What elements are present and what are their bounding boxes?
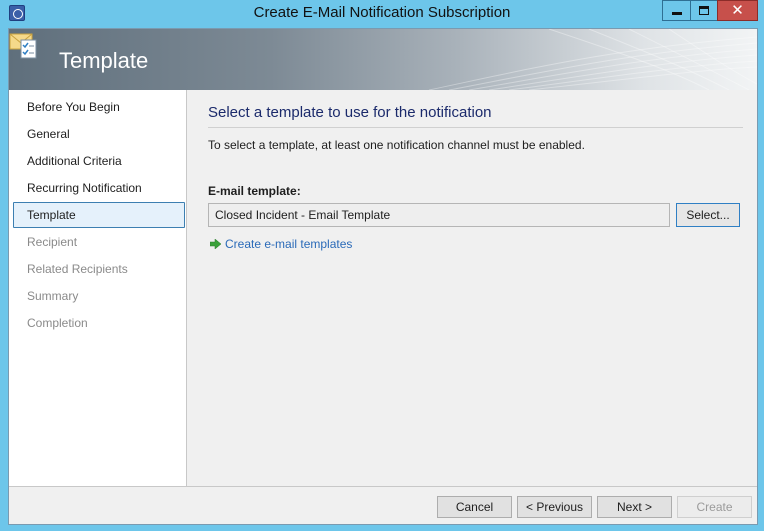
next-button[interactable]: Next > — [597, 496, 672, 518]
close-button[interactable]: ✕ — [717, 0, 758, 21]
select-template-button[interactable]: Select... — [676, 203, 740, 227]
nav-item-before-you-begin[interactable]: Before You Begin — [27, 98, 120, 116]
wizard-footer: Cancel < Previous Next > Create — [9, 487, 757, 524]
create-email-templates-link-text[interactable]: Create e-mail templates — [225, 237, 352, 251]
close-icon: ✕ — [731, 1, 744, 19]
heading-divider — [208, 127, 743, 128]
minimize-button[interactable] — [662, 0, 690, 21]
title-bar[interactable]: Create E-Mail Notification Subscription … — [0, 0, 764, 28]
nav-item-related-recipients: Related Recipients — [27, 262, 128, 276]
dialog-client-area: Template Before You Begin General Additi… — [8, 28, 758, 525]
envelope-checklist-icon — [9, 33, 37, 59]
create-email-templates-link[interactable]: Create e-mail templates — [210, 237, 352, 251]
wizard-nav: Before You Begin General Additional Crit… — [9, 90, 187, 486]
nav-item-recipient: Recipient — [27, 235, 78, 249]
info-text: To select a template, at least one notif… — [208, 138, 585, 152]
maximize-icon — [699, 6, 709, 15]
header-banner: Template — [9, 29, 757, 90]
maximize-button[interactable] — [690, 0, 717, 21]
green-arrow-icon — [210, 239, 221, 249]
create-button: Create — [677, 496, 752, 518]
nav-item-recurring-notification[interactable]: Recurring Notification — [27, 179, 142, 197]
window-title: Create E-Mail Notification Subscription — [253, 4, 511, 21]
email-template-field: Closed Incident - Email Template — [208, 203, 670, 227]
nav-item-template[interactable]: Template — [27, 206, 76, 224]
nav-item-summary: Summary — [27, 289, 79, 303]
nav-item-completion: Completion — [27, 316, 88, 330]
minimize-icon — [671, 12, 682, 15]
main-panel: Select a template to use for the notific… — [188, 90, 757, 486]
email-template-label: E-mail template: — [208, 184, 301, 198]
page-title: Template — [59, 48, 149, 73]
previous-button[interactable]: < Previous — [517, 496, 592, 518]
nav-item-general[interactable]: General — [27, 125, 70, 143]
cancel-button[interactable]: Cancel — [437, 496, 512, 518]
nav-item-additional-criteria[interactable]: Additional Criteria — [27, 152, 122, 170]
dialog-window: Create E-Mail Notification Subscription … — [0, 0, 764, 531]
section-heading: Select a template to use for the notific… — [208, 104, 492, 121]
